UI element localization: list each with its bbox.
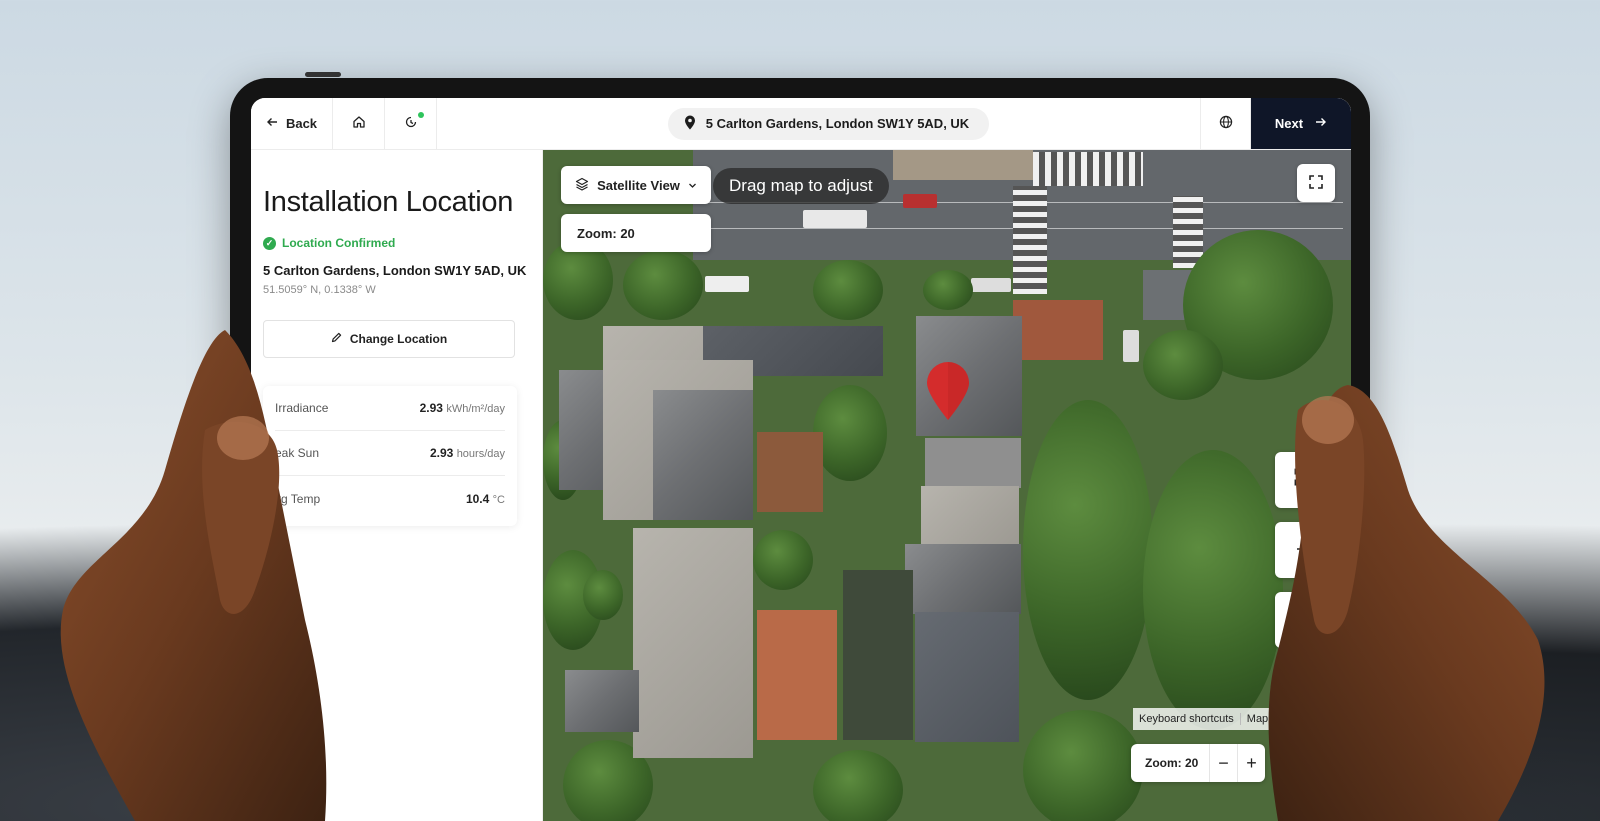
stat-value: 10.4 xyxy=(465,491,490,506)
tree xyxy=(813,750,903,821)
car xyxy=(705,276,749,292)
keyboard-shortcuts-link[interactable]: Keyboard shortcuts xyxy=(1133,713,1241,725)
stat-value-wrap: 10.4 °C xyxy=(466,492,505,506)
courtyard xyxy=(757,432,823,512)
zoom-level-display: Zoom: 20 xyxy=(561,214,711,252)
zoom-out-small-button[interactable]: − xyxy=(1209,744,1237,782)
building-roof xyxy=(905,544,1021,614)
stat-unit: °C xyxy=(492,493,505,506)
stat-unit: hours/day xyxy=(456,448,505,460)
next-button[interactable]: Next xyxy=(1251,98,1351,149)
map-plaza xyxy=(1013,300,1103,360)
satellite-map[interactable]: Satellite View Drag map to adjust Zoom: … xyxy=(543,150,1351,821)
tree xyxy=(813,260,883,320)
building-roof xyxy=(653,390,753,520)
address-bar-area: 5 Carlton Gardens, London SW1Y 5AD, UK xyxy=(437,98,1201,149)
courtyard xyxy=(843,570,913,740)
address-text: 5 Carlton Gardens, London SW1Y 5AD, UK xyxy=(705,116,970,131)
map-type-dropdown[interactable]: Satellite View xyxy=(561,166,711,204)
fullscreen-button[interactable] xyxy=(1297,164,1335,202)
tree xyxy=(753,530,813,590)
back-label: Back xyxy=(285,116,318,131)
stat-value: 2.93 xyxy=(419,401,443,415)
back-button[interactable]: Back xyxy=(251,98,333,149)
home-icon xyxy=(352,115,366,132)
selected-address: 5 Carlton Gardens, London SW1Y 5AD, UK xyxy=(263,263,527,278)
arrow-right-icon xyxy=(1315,116,1327,131)
next-label: Next xyxy=(1274,116,1304,131)
notification-dot xyxy=(418,112,424,118)
left-hand xyxy=(60,330,327,821)
location-pin-icon xyxy=(684,115,696,133)
zoom-level-label: Zoom: 20 xyxy=(1145,756,1199,770)
stat-value: 2.93 xyxy=(429,446,454,460)
tree xyxy=(623,250,703,320)
location-marker-icon[interactable] xyxy=(925,362,971,422)
stat-unit: kWh/m²/day xyxy=(446,403,505,415)
crosswalk xyxy=(1013,186,1047,294)
home-button[interactable] xyxy=(333,98,385,149)
building-roof xyxy=(921,486,1019,546)
drag-hint-tooltip: Drag map to adjust xyxy=(713,168,889,204)
arrow-left-icon xyxy=(266,116,278,131)
map-type-label: Satellite View xyxy=(597,177,680,193)
map-plaza xyxy=(893,150,1033,180)
crosswalk xyxy=(1033,152,1143,186)
check-circle-icon: ✓ xyxy=(263,236,276,250)
tree xyxy=(1143,330,1223,400)
layers-icon xyxy=(575,177,589,194)
tree xyxy=(813,385,887,481)
tree xyxy=(543,240,613,320)
tablet-screen: Back 5 Carlton Gardens, London SW1Y 5AD,… xyxy=(251,98,1351,821)
building-roof xyxy=(565,670,639,732)
tablet-button xyxy=(305,72,341,77)
top-bar: Back 5 Carlton Gardens, London SW1Y 5AD,… xyxy=(251,98,1351,150)
tree xyxy=(1023,400,1153,700)
stat-value-wrap: 2.93 kWh/m²/day xyxy=(420,401,505,415)
building-roof xyxy=(925,438,1021,488)
car xyxy=(903,194,937,208)
tree xyxy=(923,270,973,310)
solar-refresh-icon xyxy=(404,115,418,132)
car xyxy=(1123,330,1139,362)
building-roof xyxy=(915,612,1019,742)
language-button[interactable] xyxy=(1201,98,1251,149)
stat-value-wrap: 2.93 hours/day xyxy=(430,446,505,460)
courtyard xyxy=(757,610,837,740)
right-hand xyxy=(1268,385,1545,821)
change-location-label: Change Location xyxy=(349,332,448,346)
zoom-control-bar: Zoom: 20 − + xyxy=(1131,744,1265,782)
expand-icon xyxy=(1308,174,1324,193)
status-badge: ✓ Location Confirmed xyxy=(263,236,395,250)
solar-status-button[interactable] xyxy=(385,98,437,149)
page-title: Installation Location xyxy=(263,186,514,218)
car xyxy=(803,210,867,228)
address-pill[interactable]: 5 Carlton Gardens, London SW1Y 5AD, UK xyxy=(667,107,990,140)
globe-icon xyxy=(1219,115,1233,132)
chevron-down-icon xyxy=(688,178,697,193)
building-roof xyxy=(633,528,753,758)
tree xyxy=(583,570,623,620)
coordinates: 51.5059° N, 0.1338° W xyxy=(263,284,376,296)
tree xyxy=(1023,710,1143,821)
status-text: Location Confirmed xyxy=(282,236,396,250)
car xyxy=(971,278,1011,292)
